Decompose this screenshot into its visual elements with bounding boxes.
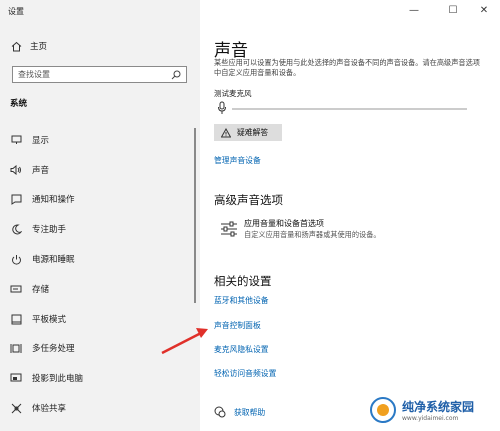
sidebar-item-label: 声音 [32, 166, 50, 176]
sliders-icon[interactable] [219, 219, 239, 239]
mic-test-label: 测试麦克风 [214, 89, 252, 98]
sidebar-item-sound[interactable]: 声音 [10, 162, 49, 178]
multitask-icon [10, 342, 22, 354]
minimize-button[interactable]: — [404, 4, 424, 16]
search-icon [171, 70, 181, 80]
sidebar-item-label: 存储 [32, 285, 50, 295]
watermark-name: 纯净系统家园 [402, 399, 475, 414]
sidebar-item-label: 通知和操作 [32, 195, 75, 205]
watermark-logo-icon [370, 396, 396, 423]
get-help-link[interactable]: 获取帮助 [234, 407, 265, 418]
window-title: 设置 [8, 7, 24, 16]
sidebar-home[interactable]: 主页 [10, 39, 47, 53]
ease-of-access-audio-link[interactable]: 轻松访问音频设置 [214, 368, 276, 379]
sidebar-item-label: 多任务处理 [32, 344, 75, 354]
page-description: 某些应用可以设置为使用与此处选择的声音设备不同的声音设备。请在高级声音选项中自定… [214, 58, 480, 77]
storage-icon [10, 283, 22, 295]
sidebar-item-label: 平板模式 [32, 315, 67, 325]
sidebar-item-label: 专注助手 [32, 225, 67, 235]
project-icon [10, 372, 22, 384]
help-chat-icon [214, 406, 226, 418]
search-input[interactable]: 查找设置 [12, 66, 187, 83]
related-heading: 相关的设置 [214, 274, 272, 288]
sidebar: 设置 主页 查找设置 系统 显示 声音 通知和操作 专注助手 电源和睡眠 存储 … [0, 0, 200, 431]
share-icon [10, 402, 22, 414]
tablet-icon [10, 313, 22, 325]
sidebar-item-shared-experiences[interactable]: 体验共享 [10, 400, 66, 416]
app-volume-link[interactable]: 应用音量和设备首选项 [244, 218, 324, 229]
watermark-url: www.yidaimei.com [402, 414, 459, 422]
mic-level-bar [232, 108, 467, 110]
sidebar-item-label: 显示 [32, 136, 50, 146]
sidebar-item-tablet-mode[interactable]: 平板模式 [10, 311, 66, 327]
home-icon [10, 40, 22, 52]
sidebar-scrollbar[interactable] [194, 128, 196, 303]
sidebar-item-power[interactable]: 电源和睡眠 [10, 251, 75, 267]
sidebar-item-label: 电源和睡眠 [32, 255, 75, 265]
sidebar-section-system: 系统 [10, 99, 28, 109]
microphone-icon [218, 101, 226, 114]
advanced-heading: 高级声音选项 [214, 193, 283, 207]
sidebar-item-display[interactable]: 显示 [10, 132, 49, 148]
maximize-button[interactable]: ☐ [443, 4, 463, 16]
sidebar-item-label: 投影到此电脑 [32, 374, 84, 384]
manage-sound-devices-link[interactable]: 管理声音设备 [214, 155, 261, 166]
speaker-icon [10, 164, 22, 176]
search-placeholder: 查找设置 [18, 70, 50, 79]
app-volume-description: 自定义应用音量和扬声器或其使用的设备。 [244, 230, 381, 239]
mic-privacy-link[interactable]: 麦克风隐私设置 [214, 344, 269, 355]
sidebar-home-label: 主页 [30, 42, 48, 52]
notification-icon [10, 193, 22, 205]
close-button[interactable]: ✕ [474, 4, 494, 16]
sound-control-panel-link[interactable]: 声音控制面板 [214, 320, 261, 331]
warning-icon [221, 127, 231, 137]
watermark: 纯净系统家园 www.yidaimei.com [360, 388, 500, 431]
troubleshoot-button[interactable]: 疑难解答 [214, 124, 282, 141]
sidebar-item-storage[interactable]: 存储 [10, 281, 49, 297]
sidebar-item-focus-assist[interactable]: 专注助手 [10, 221, 66, 237]
power-icon [10, 253, 22, 265]
display-icon [10, 134, 22, 146]
sidebar-item-notifications[interactable]: 通知和操作 [10, 191, 75, 207]
sidebar-item-project[interactable]: 投影到此电脑 [10, 370, 83, 386]
troubleshoot-label: 疑难解答 [237, 128, 269, 137]
sidebar-item-multitasking[interactable]: 多任务处理 [10, 340, 75, 356]
bluetooth-devices-link[interactable]: 蓝牙和其他设备 [214, 295, 269, 306]
moon-icon [10, 223, 22, 235]
sidebar-item-label: 体验共享 [32, 404, 67, 414]
